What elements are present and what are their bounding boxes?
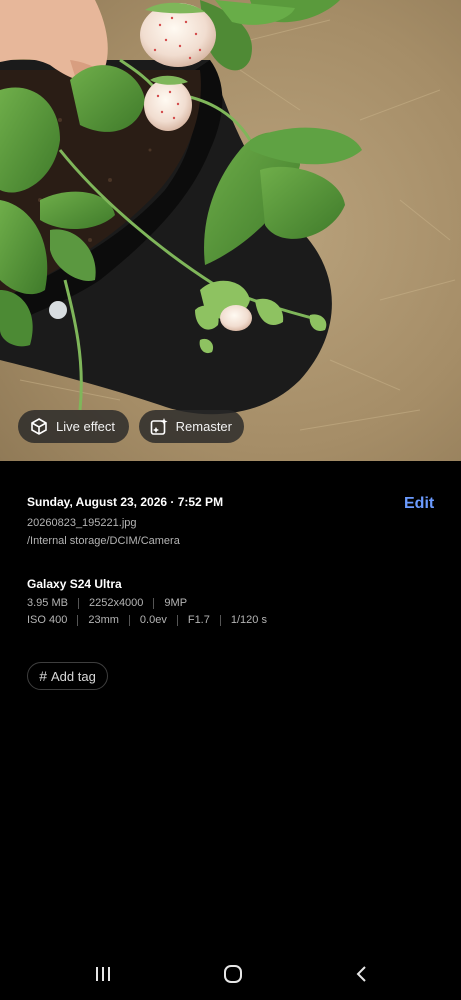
iso-value: ISO 400 [27, 614, 68, 626]
divider [153, 597, 155, 609]
file-path: /Internal storage/DCIM/Camera [27, 535, 180, 547]
remaster-label: Remaster [175, 419, 232, 434]
strawberry-plant-image [0, 0, 461, 461]
divider [128, 614, 130, 626]
divider [219, 614, 221, 626]
system-navigation-bar [0, 945, 461, 1000]
home-icon[interactable] [221, 962, 245, 986]
back-icon[interactable] [350, 962, 374, 986]
focal-length: 23mm [88, 614, 119, 626]
edit-details-button[interactable]: Edit [404, 495, 434, 513]
aperture: F1.7 [187, 614, 210, 626]
camera-specs-row: ISO 400 23mm 0.0ev F1.7 1/120 s [27, 614, 267, 626]
add-tag-label: Add tag [50, 668, 96, 684]
file-name: 20260823_195221.jpg [27, 517, 137, 529]
hash-icon: # [39, 668, 47, 684]
megapixels: 9MP [164, 597, 188, 609]
remaster-button[interactable]: Remaster [139, 410, 244, 443]
exposure-value: 0.0ev [139, 614, 167, 626]
divider [176, 614, 178, 626]
photo-date-time: Sunday, August 23, 2026 · 7:52 PM [27, 495, 224, 509]
divider [77, 614, 79, 626]
file-size: 3.95 MB [27, 597, 68, 609]
device-name: Galaxy S24 Ultra [27, 577, 122, 591]
photo-preview[interactable]: Live effect Remaster [0, 0, 461, 461]
live-effect-icon [28, 416, 50, 438]
shutter-speed: 1/120 s [230, 614, 267, 626]
live-effect-label: Live effect [56, 419, 116, 434]
file-specs-row: 3.95 MB 2252x4000 9MP [27, 597, 187, 609]
remaster-icon [149, 416, 170, 438]
divider [77, 597, 79, 609]
live-effect-button[interactable]: Live effect [18, 410, 129, 443]
resolution: 2252x4000 [88, 597, 144, 609]
add-tag-button[interactable]: # Add tag [27, 662, 108, 690]
recent-apps-icon[interactable] [91, 962, 115, 986]
